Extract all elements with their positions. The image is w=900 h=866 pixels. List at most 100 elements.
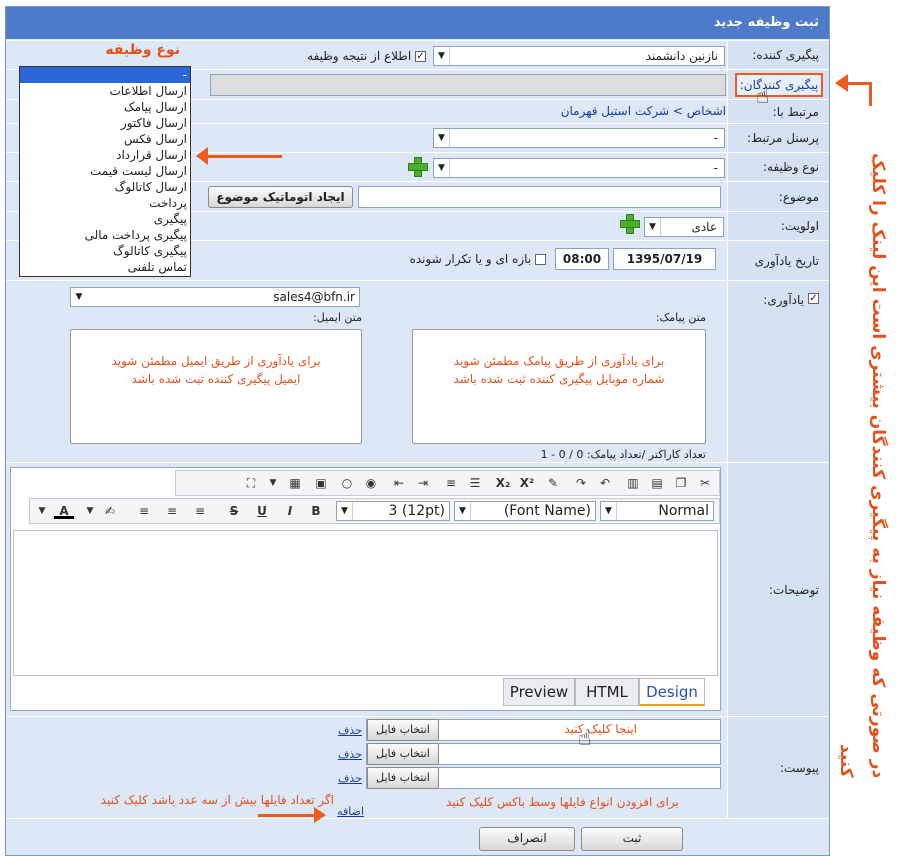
related-label: مرتبط با: xyxy=(727,100,829,123)
reminder-time-input[interactable]: 08:00 xyxy=(555,248,609,270)
sms-counter: تعداد کاراکتر /تعداد پیامک: 0 / 0 - 1 xyxy=(540,448,706,461)
format-select[interactable]: Normal ▼ xyxy=(600,501,714,521)
font-color-icon[interactable]: A xyxy=(54,502,74,519)
choose-file-button[interactable]: انتخاب فایل xyxy=(367,767,439,789)
priority-select[interactable]: عادی ▼ xyxy=(644,217,724,237)
align-left-icon[interactable]: ≡ xyxy=(134,502,154,520)
list-item[interactable]: ارسال لیست قیمت xyxy=(20,163,190,179)
underline-icon[interactable]: U xyxy=(252,502,272,520)
hand-cursor-icon: ☝ xyxy=(756,84,770,109)
highlight-icon[interactable]: ✍ xyxy=(100,502,120,520)
delete-link[interactable]: حذف xyxy=(334,748,362,761)
email-textarea[interactable]: برای یادآوری از طریق ایمیل مطمئن شوید ایم… xyxy=(70,329,362,444)
italic-icon[interactable]: I xyxy=(280,502,300,520)
list-item[interactable]: پیگیری xyxy=(20,211,190,227)
fullscreen-icon[interactable]: ⛶ xyxy=(241,474,261,492)
image-icon[interactable]: ▣ xyxy=(311,474,331,492)
strikethrough-icon[interactable]: S xyxy=(224,502,244,520)
numbered-list-icon[interactable]: ☰ xyxy=(465,474,485,492)
spellcheck-icon[interactable]: ✎ xyxy=(543,474,563,492)
table-icon[interactable]: ▦ xyxy=(285,474,305,492)
cancel-button[interactable]: انصراف xyxy=(479,827,575,851)
reminder-date-input[interactable]: 1395/07/19 xyxy=(613,248,716,270)
add-link[interactable]: اضافه xyxy=(332,805,364,818)
related-person-select[interactable]: - ▼ xyxy=(433,128,725,148)
tab-design[interactable]: Design xyxy=(639,678,705,706)
task-type-annotation: نوع وظیفه xyxy=(105,42,180,58)
delete-link[interactable]: حذف xyxy=(334,772,362,785)
hyperlink-icon[interactable]: ◉ xyxy=(361,474,381,492)
list-item[interactable]: تماس تلفنی xyxy=(20,259,190,275)
unlink-icon[interactable]: ○ xyxy=(337,474,357,492)
task-type-dropdown-list[interactable]: - ارسال اطلاعات ارسال پیامک ارسال فاکتور… xyxy=(19,66,191,277)
paste-text-icon[interactable]: ▥ xyxy=(623,474,643,492)
list-item[interactable]: - xyxy=(20,67,190,83)
chevron-down-icon: ▼ xyxy=(434,47,450,65)
choose-file-button[interactable]: انتخاب فایل xyxy=(367,743,439,765)
list-item[interactable]: پرداخت xyxy=(20,195,190,211)
subject-input[interactable] xyxy=(358,186,721,208)
tab-preview[interactable]: Preview xyxy=(503,678,575,706)
reminder-checkbox[interactable]: ✓ xyxy=(808,293,819,304)
notify-checkbox[interactable]: ✓ اطلاع از نتیجه وظیفه xyxy=(291,49,426,63)
delete-link[interactable]: حذف xyxy=(334,724,362,737)
list-item[interactable]: پیگیری پرداخت مالی xyxy=(20,227,190,243)
followers-link[interactable]: پیگیری کنندگان: xyxy=(735,73,823,97)
choose-file-button[interactable]: انتخاب فایل xyxy=(367,719,439,741)
side-annotation: در صورتی که وظیفه نیاز به پیگیری کنندگان… xyxy=(836,152,888,778)
list-item[interactable]: ارسال پیامک xyxy=(20,99,190,115)
file-input-2[interactable]: انتخاب فایل xyxy=(366,743,721,765)
arrow-head-icon xyxy=(196,147,208,165)
row-description: توضیحات: ✂ ❐ ▤ ▥ ↶ ↷ ✎ X² X₂ ☰ ≡ ⇥ ⇤ ◉ ○… xyxy=(6,462,829,716)
arrow-annotation xyxy=(258,814,316,817)
list-item[interactable]: ارسال قرارداد xyxy=(20,147,190,163)
list-item[interactable]: ارسال فکس xyxy=(20,131,190,147)
subscript-icon[interactable]: X₂ xyxy=(493,474,513,492)
related-link[interactable]: اشخاص > شرکت استیل قهرمان xyxy=(426,104,726,118)
paste-icon[interactable]: ▤ xyxy=(647,474,667,492)
follower-select[interactable]: نازنین دانشمند ▼ xyxy=(433,46,725,66)
task-type-label: نوع وظیفه: xyxy=(727,153,829,181)
list-item[interactable]: ارسال کاتالوگ xyxy=(20,179,190,195)
repeat-checkbox[interactable]: بازه ای و یا تکرار شونده xyxy=(396,252,546,266)
editor-toolbar-1: ✂ ❐ ▤ ▥ ↶ ↷ ✎ X² X₂ ☰ ≡ ⇥ ⇤ ◉ ○ ▣ ▦ ▼ ⛶ xyxy=(175,470,720,496)
submit-button[interactable]: ثبت xyxy=(581,827,683,851)
chevron-down-icon[interactable]: ▼ xyxy=(32,502,52,520)
copy-icon[interactable]: ❐ xyxy=(671,474,691,492)
email-select[interactable]: sales4@bfn.ir ▼ xyxy=(70,287,360,307)
row-attachments: پیوست: انتخاب فایل اینجا کلیک کنید حذف ا… xyxy=(6,716,829,818)
list-item[interactable]: پیگیری کاتالوگ xyxy=(20,243,190,259)
check-icon: ✓ xyxy=(415,51,426,62)
followers-field xyxy=(210,74,726,96)
bold-icon[interactable]: B xyxy=(306,502,326,520)
arrow-annotation xyxy=(869,82,872,106)
font-size-select[interactable]: 3 (12pt) ▼ xyxy=(336,501,450,521)
file-input-3[interactable]: انتخاب فایل xyxy=(366,767,721,789)
dialog-title: ثبت وظیفه جدید xyxy=(6,7,829,39)
editor-content[interactable] xyxy=(13,530,718,676)
follower-label: پیگیری کننده: xyxy=(727,41,829,69)
redo-icon[interactable]: ↷ xyxy=(571,474,591,492)
list-item[interactable]: ارسال فاکتور xyxy=(20,115,190,131)
add-priority-icon[interactable] xyxy=(620,214,640,234)
align-center-icon[interactable]: ≡ xyxy=(162,502,182,520)
indent-icon[interactable]: ⇥ xyxy=(413,474,433,492)
undo-icon[interactable]: ↶ xyxy=(595,474,615,492)
task-type-select[interactable]: - ▼ xyxy=(433,158,725,178)
add-task-type-icon[interactable] xyxy=(408,157,428,177)
align-right-icon[interactable]: ≡ xyxy=(190,502,210,520)
outdent-icon[interactable]: ⇤ xyxy=(389,474,409,492)
auto-subject-button[interactable]: ایجاد اتوماتیک موضوع xyxy=(208,186,353,208)
add-note: اگر تعداد فایلها بیش از سه عدد باشد کلیک… xyxy=(100,793,334,807)
sms-textarea[interactable]: برای یادآوری از طریق پیامک مطمئن شوید شما… xyxy=(412,329,706,444)
cut-icon[interactable]: ✂ xyxy=(695,474,715,492)
bullet-list-icon[interactable]: ≡ xyxy=(441,474,461,492)
tab-html[interactable]: HTML xyxy=(575,678,639,706)
list-item[interactable]: ارسال اطلاعات xyxy=(20,83,190,99)
file-input-1[interactable]: انتخاب فایل اینجا کلیک کنید xyxy=(366,719,721,741)
font-name-select[interactable]: (Font Name) ▼ xyxy=(454,501,596,521)
chevron-down-icon[interactable]: ▼ xyxy=(80,502,100,520)
arrow-head-icon xyxy=(835,74,848,92)
chevron-down-icon[interactable]: ▼ xyxy=(263,474,283,492)
superscript-icon[interactable]: X² xyxy=(517,474,537,492)
